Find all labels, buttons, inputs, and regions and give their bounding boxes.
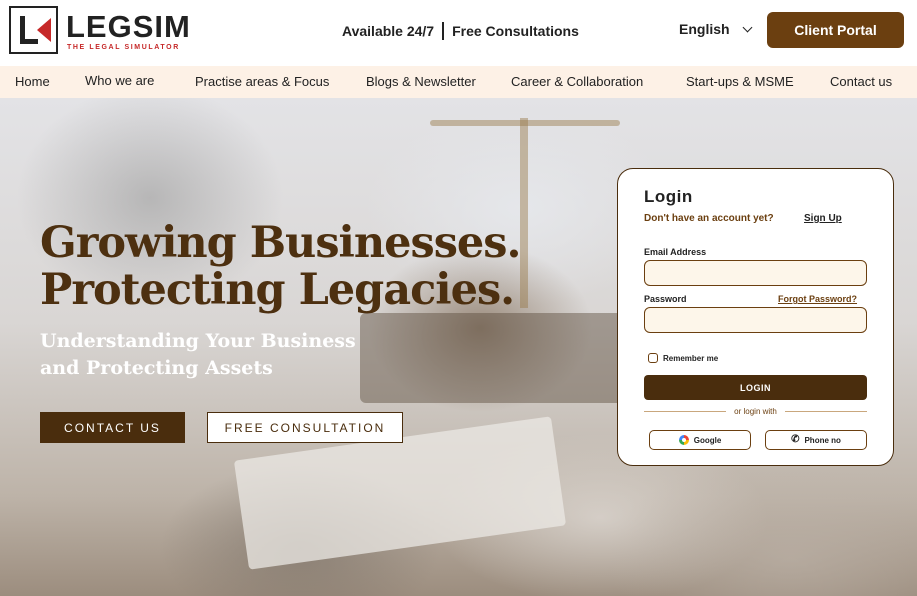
login-title: Login	[644, 187, 693, 206]
google-label: Google	[693, 435, 722, 445]
divider-line	[784, 411, 867, 412]
google-login-button[interactable]: Google	[649, 430, 751, 450]
password-field[interactable]	[644, 307, 867, 333]
nav-item-contact[interactable]: Contact us	[830, 74, 892, 89]
language-selector[interactable]: English	[679, 21, 753, 37]
login-card: Login Don't have an account yet? Sign Up…	[617, 168, 894, 466]
nav-item-practise-areas[interactable]: Practise areas & Focus	[195, 74, 329, 89]
consultation-text: Free Consultations	[452, 23, 579, 39]
brand-tagline: THE LEGAL SIMULATOR	[67, 44, 180, 51]
password-label: Password	[644, 294, 687, 304]
email-label: Email Address	[644, 247, 707, 257]
contact-us-button[interactable]: CONTACT US	[40, 412, 185, 443]
availability-text: Available 24/7	[342, 23, 435, 39]
or-login-text: or login with	[734, 407, 777, 416]
forgot-password-link[interactable]: Forgot Password?	[778, 294, 857, 304]
subheadline-line-2: and Protecting Assets	[40, 357, 273, 379]
subheadline-line-1: Understanding Your Business	[40, 330, 356, 352]
logo-mark-icon[interactable]	[9, 6, 58, 54]
nav-item-career[interactable]: Career & Collaboration	[511, 74, 643, 89]
remember-me-checkbox[interactable]	[648, 353, 658, 363]
phone-icon: ✆	[791, 434, 800, 445]
headline-line-2: Protecting Legacies.	[40, 265, 515, 315]
nav-item-home[interactable]: Home	[15, 74, 50, 89]
client-portal-button[interactable]: Client Portal	[767, 12, 904, 48]
nav-item-startups[interactable]: Start-ups & MSME	[686, 74, 794, 89]
headline-line-1: Growing Businesses.	[40, 218, 521, 268]
signup-link[interactable]: Sign Up	[804, 213, 842, 224]
email-field[interactable]	[644, 260, 867, 286]
availability-banner: Available 24/7 Free Consultations	[342, 22, 579, 40]
brand-name[interactable]: LEGSIM	[66, 9, 191, 45]
google-icon	[678, 435, 689, 445]
phone-label: Phone no	[804, 435, 841, 445]
hero-headline: Growing Businesses. Protecting Legacies.	[40, 218, 521, 315]
chevron-down-icon	[742, 22, 753, 32]
or-divider: or login with	[644, 407, 867, 416]
book-shape	[360, 313, 630, 403]
remember-me-label: Remember me	[663, 353, 719, 363]
login-button[interactable]: LOGIN	[644, 375, 867, 400]
scales-post-shape	[520, 118, 528, 308]
divider	[442, 22, 445, 40]
phone-login-button[interactable]: ✆ Phone no	[765, 430, 867, 450]
language-label: English	[679, 21, 730, 37]
nav-item-who-we-are[interactable]: Who we are	[85, 73, 154, 88]
nav-item-blogs[interactable]: Blogs & Newsletter	[366, 74, 476, 89]
hero-subheadline: Understanding Your Business and Protecti…	[40, 328, 356, 382]
main-nav: Home Who we are Practise areas & Focus B…	[0, 66, 917, 98]
divider-line	[644, 411, 727, 412]
logo-l-foot	[20, 39, 38, 44]
logo-triangle	[37, 18, 51, 42]
site-header: LEGSIM THE LEGAL SIMULATOR Available 24/…	[0, 0, 917, 66]
free-consultation-button[interactable]: FREE CONSULTATION	[207, 412, 403, 443]
remember-me-option[interactable]: Remember me	[648, 353, 718, 363]
no-account-text: Don't have an account yet?	[644, 213, 774, 224]
